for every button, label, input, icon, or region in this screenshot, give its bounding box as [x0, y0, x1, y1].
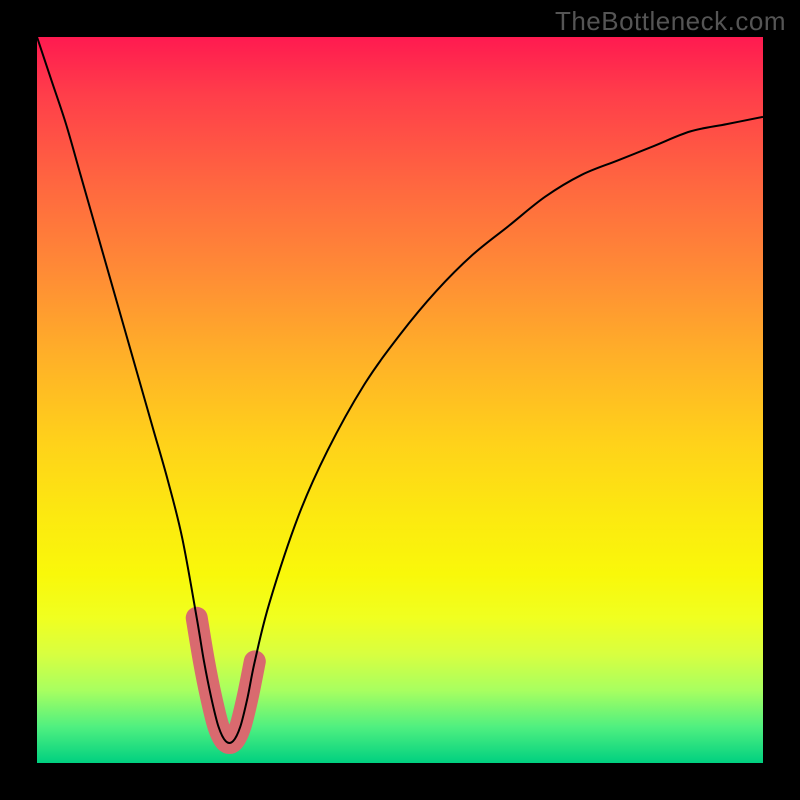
curve-highlight [197, 618, 255, 743]
plot-area [37, 37, 763, 763]
chart-svg [37, 37, 763, 763]
watermark-text: TheBottleneck.com [555, 6, 786, 37]
bottleneck-curve [37, 37, 763, 743]
